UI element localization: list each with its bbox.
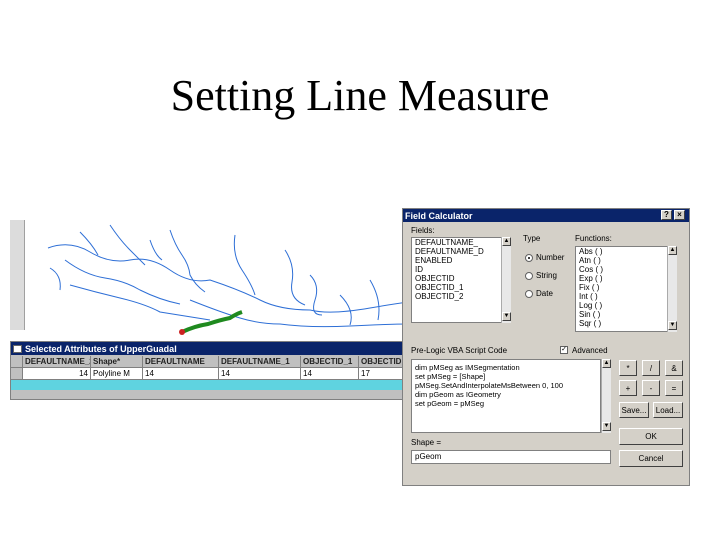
code-line: dim pGeom as IGeometry xyxy=(415,390,501,399)
column-header[interactable]: OBJECTID xyxy=(359,356,404,368)
list-item[interactable]: ENABLED xyxy=(412,256,501,265)
list-item[interactable]: Abs ( ) xyxy=(576,247,667,256)
list-item[interactable]: Exp ( ) xyxy=(576,274,667,283)
list-item[interactable]: Log ( ) xyxy=(576,301,667,310)
help-button[interactable]: ? xyxy=(661,210,672,220)
fields-scrollbar[interactable]: ▲ ▼ xyxy=(501,237,511,323)
segment-start-marker xyxy=(179,329,185,335)
plus-button[interactable]: + xyxy=(619,380,637,396)
list-item[interactable]: Cos ( ) xyxy=(576,265,667,274)
column-header[interactable]: DEFAULTNAME_2* xyxy=(23,356,91,368)
scroll-up-icon[interactable]: ▲ xyxy=(502,237,511,246)
list-item[interactable]: Int ( ) xyxy=(576,292,667,301)
multiply-button[interactable]: * xyxy=(619,360,637,376)
radio-label: Date xyxy=(536,289,553,298)
code-line: set pMSeg = [Shape] xyxy=(415,372,486,381)
column-header[interactable]: Shape* xyxy=(91,356,143,368)
ok-button[interactable]: OK xyxy=(619,428,683,445)
list-item[interactable]: DEFAULTNAME_ xyxy=(412,238,501,247)
fields-label: Fields: xyxy=(411,226,435,235)
table-cell[interactable]: 14 xyxy=(23,368,91,380)
save-button[interactable]: Save... xyxy=(619,402,649,418)
grid-header-row: DEFAULTNAME_2* Shape* DEFAULTNAME DEFAUL… xyxy=(11,356,404,368)
highlighted-row xyxy=(11,380,404,390)
attribute-table-window: Selected Attributes of UpperGuadal DEFAU… xyxy=(10,341,405,400)
radio-label: Number xyxy=(536,253,565,262)
minus-button[interactable]: - xyxy=(642,380,660,396)
list-item[interactable]: Fix ( ) xyxy=(576,283,667,292)
type-date-radio[interactable]: Date xyxy=(525,289,553,298)
scroll-down-icon[interactable]: ▼ xyxy=(602,422,611,431)
table-icon xyxy=(13,344,22,353)
code-line: set pGeom = pMSeg xyxy=(415,399,484,408)
list-item[interactable]: OBJECTID_2 xyxy=(412,292,501,301)
load-button[interactable]: Load... xyxy=(653,402,683,418)
table-cell[interactable]: 14 xyxy=(143,368,219,380)
scroll-down-icon[interactable]: ▼ xyxy=(668,321,677,330)
attribute-grid: DEFAULTNAME_2* Shape* DEFAULTNAME DEFAUL… xyxy=(11,356,404,390)
code-line: dim pMSeg as IMSegmentation xyxy=(415,363,520,372)
code-label: Pre-Logic VBA Script Code xyxy=(411,346,508,355)
functions-scrollbar[interactable]: ▲ ▼ xyxy=(667,246,677,332)
attribute-table-titlebar[interactable]: Selected Attributes of UpperGuadal xyxy=(11,342,404,355)
list-item[interactable]: OBJECTID_1 xyxy=(412,283,501,292)
list-item[interactable]: DEFAULTNAME_D xyxy=(412,247,501,256)
column-header[interactable]: OBJECTID_1 xyxy=(301,356,359,368)
column-header[interactable]: DEFAULTNAME_1 xyxy=(219,356,301,368)
cancel-button[interactable]: Cancel xyxy=(619,450,683,467)
field-calculator-dialog: Field Calculator ? × Fields: DEFAULTNAME… xyxy=(402,208,690,486)
table-row[interactable]: 14 Polyline M 14 14 14 17 xyxy=(11,368,404,380)
table-cell[interactable]: Polyline M xyxy=(91,368,143,380)
table-cell[interactable]: 17 xyxy=(359,368,404,380)
row-selector[interactable] xyxy=(11,368,23,380)
attribute-table-title: Selected Attributes of UpperGuadal xyxy=(25,343,177,354)
scroll-up-icon[interactable]: ▲ xyxy=(602,359,611,368)
code-line: pMSeg.SetAndInterpolateMsBetween 0, 100 xyxy=(415,381,564,390)
shape-label: Shape = xyxy=(411,438,442,447)
type-number-radio[interactable]: Number xyxy=(525,253,564,262)
ampersand-button[interactable]: & xyxy=(665,360,683,376)
divide-button[interactable]: / xyxy=(642,360,660,376)
list-item[interactable]: ID xyxy=(412,265,501,274)
code-scrollbar[interactable]: ▲ ▼ xyxy=(601,359,611,433)
fields-list[interactable]: DEFAULTNAME_ DEFAULTNAME_D ENABLED ID OB… xyxy=(411,237,501,323)
equals-button[interactable]: = xyxy=(665,380,683,396)
scroll-up-icon[interactable]: ▲ xyxy=(668,246,677,255)
radio-icon xyxy=(525,271,533,280)
shape-expression-input[interactable]: pGeom xyxy=(411,450,611,464)
advanced-checkbox[interactable]: ✓ xyxy=(560,346,568,354)
table-cell[interactable]: 14 xyxy=(301,368,359,380)
advanced-label: Advanced xyxy=(572,346,608,355)
selected-river-segment xyxy=(181,310,243,334)
type-string-radio[interactable]: String xyxy=(525,271,557,280)
list-item[interactable]: Sin ( ) xyxy=(576,310,667,319)
dialog-titlebar[interactable]: Field Calculator ? × xyxy=(403,209,689,222)
list-item[interactable]: OBJECTID xyxy=(412,274,501,283)
vba-code-editor[interactable]: dim pMSeg as IMSegmentation set pMSeg = … xyxy=(411,359,601,433)
column-header[interactable]: DEFAULTNAME xyxy=(143,356,219,368)
radio-label: String xyxy=(536,271,557,280)
row-header-corner xyxy=(11,356,23,368)
functions-label: Functions: xyxy=(575,234,612,243)
functions-list[interactable]: Abs ( ) Atn ( ) Cos ( ) Exp ( ) Fix ( ) … xyxy=(575,246,667,332)
radio-selected-icon xyxy=(525,253,533,262)
list-item[interactable]: Sqr ( ) xyxy=(576,319,667,328)
type-label: Type xyxy=(523,234,541,243)
radio-icon xyxy=(525,289,533,298)
dialog-title: Field Calculator xyxy=(405,210,473,221)
scroll-down-icon[interactable]: ▼ xyxy=(502,312,511,321)
slide-title: Setting Line Measure xyxy=(170,71,550,120)
list-item[interactable]: Atn ( ) xyxy=(576,256,667,265)
table-cell[interactable]: 14 xyxy=(219,368,301,380)
close-button[interactable]: × xyxy=(674,210,685,220)
